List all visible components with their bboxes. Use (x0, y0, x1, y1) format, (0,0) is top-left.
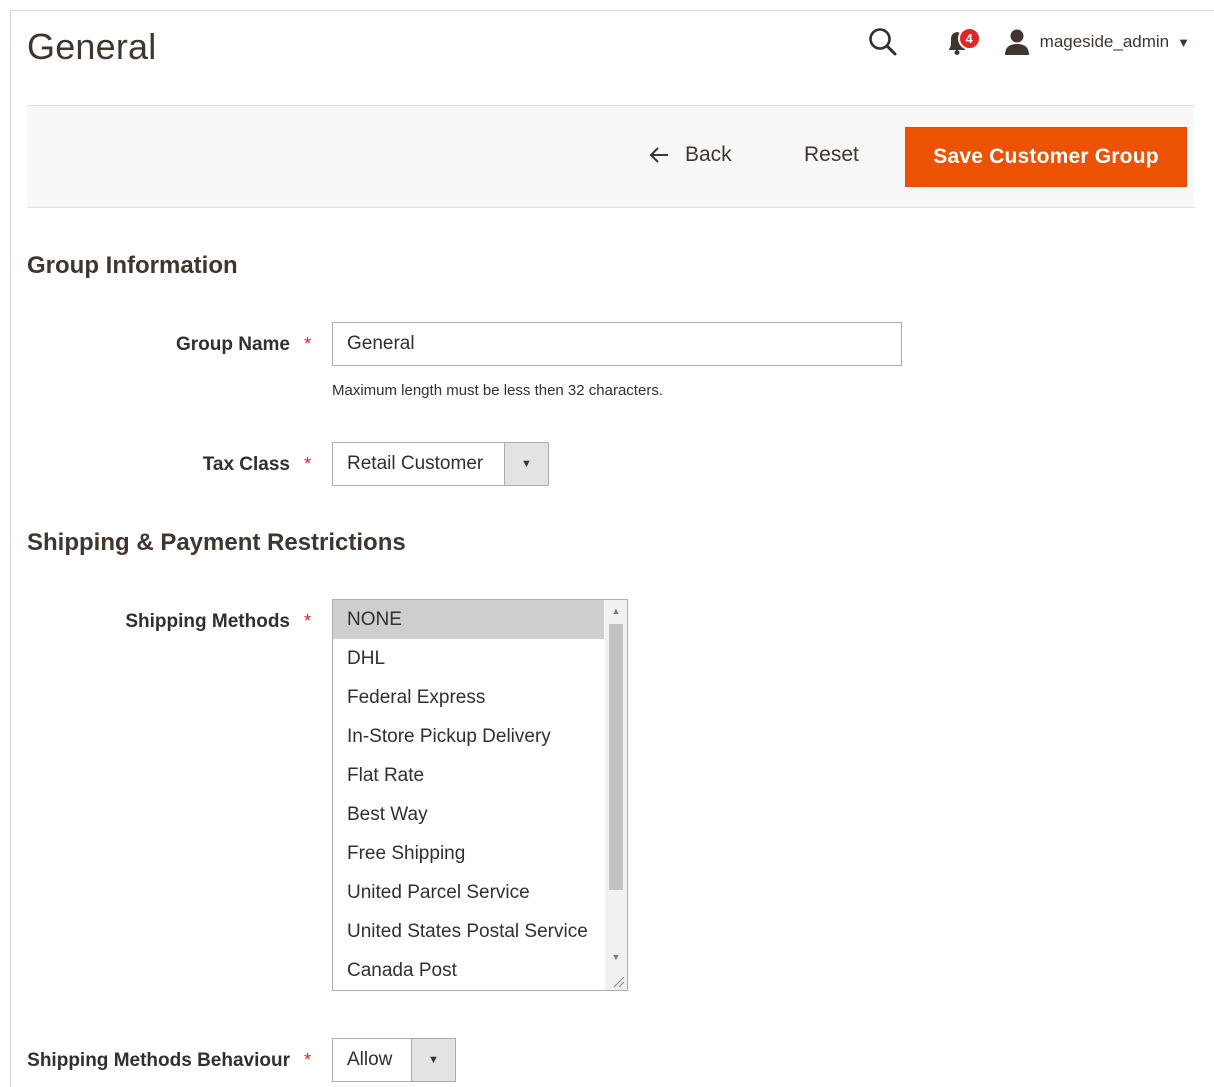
scroll-down-arrow-icon[interactable]: ▼ (605, 946, 627, 968)
back-button-label: Back (685, 143, 732, 166)
resize-handle-icon[interactable] (611, 974, 625, 988)
shipping-method-option[interactable]: Free Shipping (333, 834, 604, 873)
section-title-group-information: Group Information (27, 252, 238, 279)
shipping-behaviour-value: Allow (347, 1049, 393, 1070)
shipping-method-option[interactable]: DHL (333, 639, 604, 678)
triangle-down-icon[interactable]: ▼ (504, 443, 548, 485)
shipping-behaviour-label: Shipping Methods Behaviour (27, 1050, 290, 1071)
page-title: General (27, 26, 157, 67)
group-name-note: Maximum length must be less then 32 char… (332, 382, 663, 399)
shipping-method-option[interactable]: Federal Express (333, 678, 604, 717)
triangle-down-icon[interactable]: ▼ (411, 1039, 455, 1081)
shipping-methods-multiselect[interactable]: NONE DHL Federal Express In-Store Pickup… (332, 599, 628, 991)
required-asterisk: * (304, 334, 312, 354)
user-menu[interactable]: mageside_admin ▼ (1004, 28, 1190, 56)
shipping-method-option[interactable]: Flat Rate (333, 756, 604, 795)
required-asterisk: * (304, 454, 312, 474)
shipping-method-option[interactable]: In-Store Pickup Delivery (333, 717, 604, 756)
notification-count-badge: 4 (957, 27, 981, 50)
notifications-button[interactable]: 4 (940, 25, 981, 59)
search-icon[interactable] (866, 25, 900, 59)
back-button[interactable]: Back (649, 143, 732, 167)
shipping-method-option[interactable]: Best Way (333, 795, 604, 834)
scroll-thumb[interactable] (609, 624, 623, 890)
scroll-up-arrow-icon[interactable]: ▲ (605, 600, 627, 622)
tax-class-value: Retail Customer (347, 453, 484, 474)
reset-button[interactable]: Reset (804, 143, 859, 167)
required-asterisk: * (304, 1050, 312, 1070)
chevron-down-icon: ▼ (1177, 34, 1190, 50)
shipping-method-option[interactable]: United Parcel Service (333, 873, 604, 912)
shipping-method-option[interactable]: NONE (333, 600, 604, 639)
page-actions-bar: Back Reset Save Customer Group (27, 106, 1194, 208)
arrow-left-icon (649, 147, 668, 163)
scrollbar[interactable]: ▲ ▼ (605, 600, 627, 990)
header-actions: 4 mageside_admin ▼ (866, 24, 1190, 60)
shipping-method-option[interactable]: Canada Post (333, 951, 604, 990)
required-asterisk: * (304, 611, 312, 631)
save-customer-group-button[interactable]: Save Customer Group (905, 127, 1187, 187)
section-title-restrictions: Shipping & Payment Restrictions (27, 529, 406, 556)
shipping-behaviour-select[interactable]: Allow ▼ (332, 1038, 456, 1082)
shipping-method-option[interactable]: United States Postal Service (333, 912, 604, 951)
user-icon (1004, 29, 1029, 55)
group-name-input[interactable] (332, 322, 902, 366)
shipping-methods-label: Shipping Methods (125, 611, 290, 632)
tax-class-select[interactable]: Retail Customer ▼ (332, 442, 549, 486)
group-name-label: Group Name (175, 334, 290, 355)
tax-class-label: Tax Class (202, 454, 290, 475)
user-name: mageside_admin (1039, 32, 1170, 51)
